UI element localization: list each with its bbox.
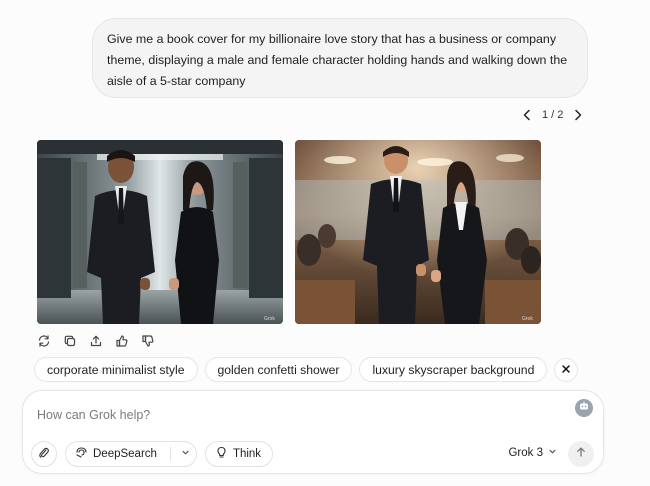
copy-icon[interactable] — [63, 334, 77, 348]
paperclip-icon — [37, 446, 51, 463]
prompt-input[interactable] — [37, 406, 557, 424]
composer: DeepSearch Think Grok 3 — [22, 390, 604, 474]
chevron-down-icon — [181, 448, 190, 460]
image-watermark: Grok — [264, 316, 275, 322]
pager-count: 1 / 2 — [542, 109, 564, 121]
close-icon — [561, 361, 571, 379]
companion-button[interactable] — [575, 399, 593, 417]
deepsearch-label: DeepSearch — [93, 448, 157, 460]
close-suggestions-button[interactable] — [554, 357, 579, 382]
attach-button[interactable] — [31, 441, 57, 467]
chevron-right-icon[interactable] — [571, 108, 585, 122]
model-label: Grok 3 — [508, 447, 543, 459]
lightbulb-icon — [215, 446, 228, 462]
share-icon[interactable] — [89, 334, 103, 348]
suggestion-chip[interactable]: golden confetti shower — [204, 357, 353, 382]
robot-icon — [578, 399, 590, 417]
suggestion-chip[interactable]: corporate minimalist style — [34, 357, 198, 382]
composer-tools: DeepSearch Think — [31, 441, 274, 467]
response-actions — [37, 334, 155, 348]
generated-image-1[interactable]: Grok — [37, 140, 283, 324]
user-message-bubble: Give me a book cover for my billionaire … — [92, 18, 588, 98]
model-selector[interactable]: Grok 3 — [508, 447, 557, 459]
send-button[interactable] — [568, 441, 594, 467]
thumbs-up-icon[interactable] — [115, 334, 129, 348]
thumbs-down-icon[interactable] — [141, 334, 155, 348]
generated-image-2[interactable]: Grok — [295, 140, 541, 324]
suggestion-chip[interactable]: luxury skyscraper background — [359, 357, 548, 382]
user-message-text: Give me a book cover for my billionaire … — [107, 32, 568, 88]
think-button[interactable]: Think — [204, 441, 274, 467]
deepsearch-button[interactable]: DeepSearch — [65, 441, 197, 467]
divider — [169, 447, 171, 461]
response-pager: 1 / 2 — [520, 106, 585, 124]
arrow-up-icon — [575, 445, 587, 463]
chevron-left-icon[interactable] — [520, 108, 534, 122]
deepsearch-dropdown[interactable] — [176, 448, 196, 460]
suggestion-chips: corporate minimalist style golden confet… — [34, 357, 579, 382]
regenerate-icon[interactable] — [37, 334, 51, 348]
image-watermark: Grok — [522, 316, 533, 322]
deepsearch-icon — [75, 446, 88, 462]
chevron-down-icon — [548, 447, 557, 459]
think-label: Think — [232, 448, 262, 460]
